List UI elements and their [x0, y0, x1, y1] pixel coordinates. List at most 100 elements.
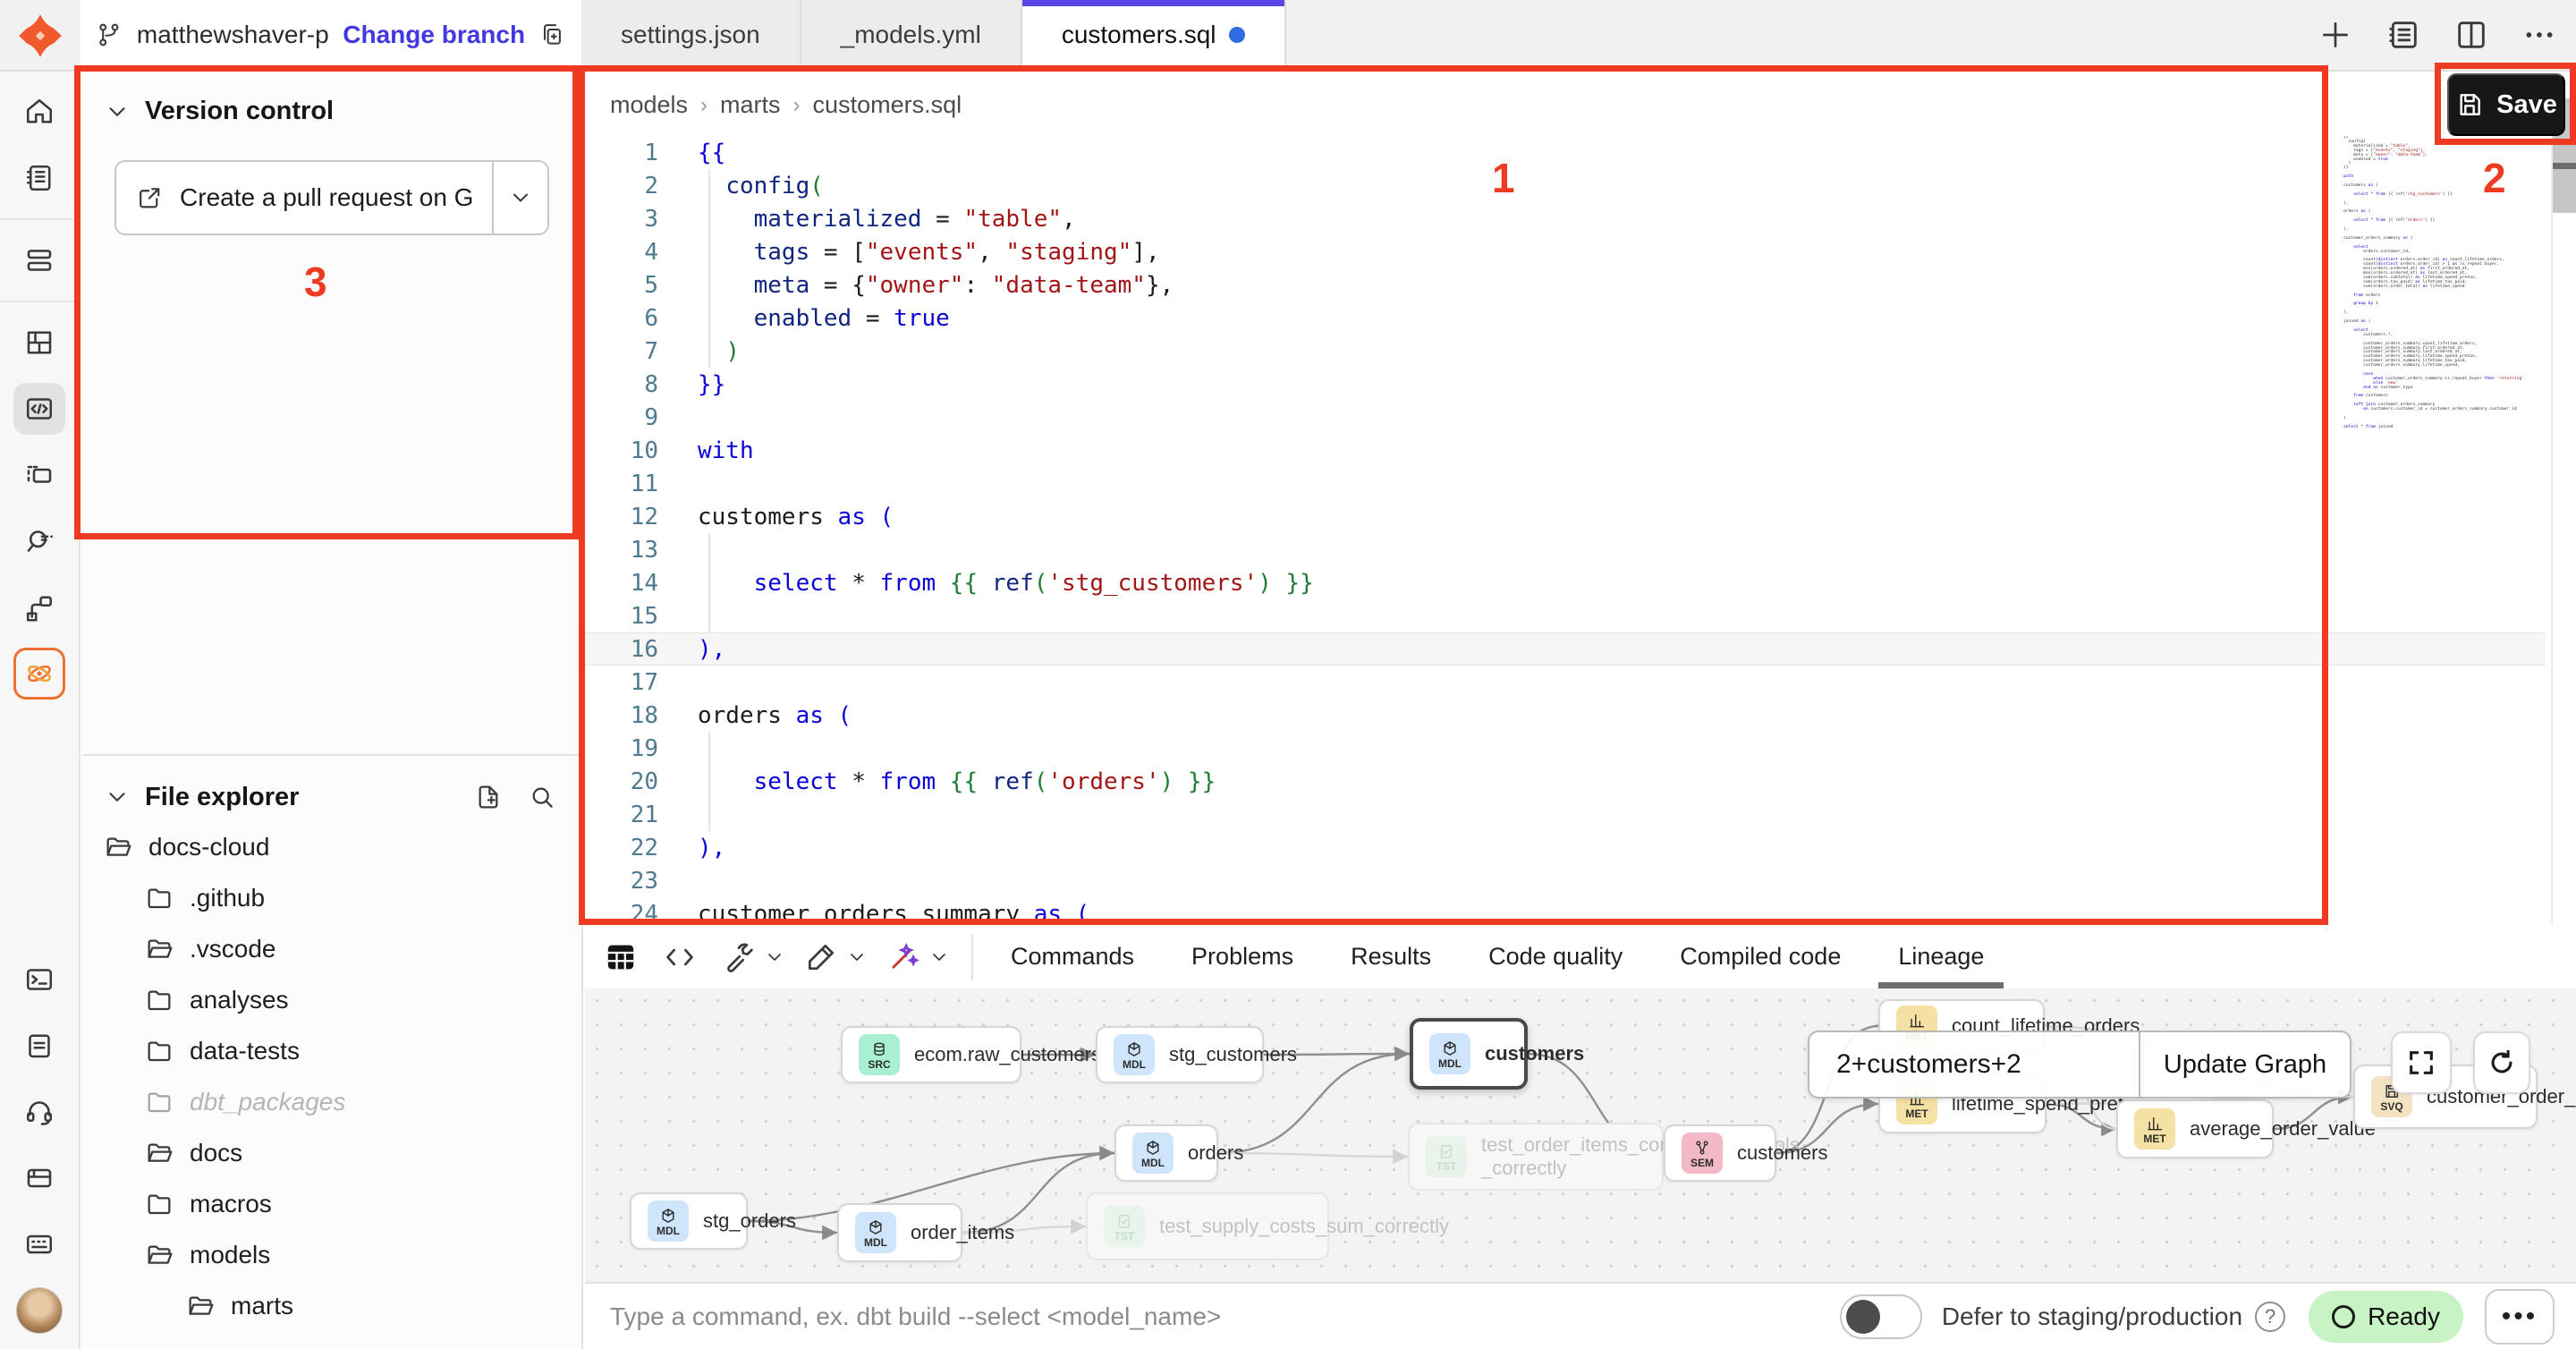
tree-item-macros[interactable]: macros: [82, 1178, 583, 1229]
branch-name[interactable]: matthewshaver-patc: [137, 21, 328, 49]
code-editor-icon[interactable]: [13, 383, 65, 435]
code-line-10[interactable]: 10with: [585, 434, 2546, 467]
lineage-graph[interactable]: 2+customers+2 Update Graph SRCecom.raw_c…: [585, 988, 2576, 1282]
fullscreen-button[interactable]: [2391, 1031, 2452, 1094]
tree-item-marts[interactable]: marts: [82, 1280, 583, 1331]
panel-tab-results[interactable]: Results: [1322, 925, 1460, 988]
tree-item-docs[interactable]: docs: [82, 1127, 583, 1178]
pr-button-caret[interactable]: [492, 162, 547, 233]
dbt-logo[interactable]: [0, 0, 80, 72]
new-file-icon[interactable]: [469, 777, 508, 817]
code-line-22[interactable]: 22),: [585, 831, 2546, 864]
user-avatar[interactable]: [13, 1285, 65, 1336]
tree-item-docs-cloud[interactable]: docs-cloud: [82, 821, 583, 872]
query-explorer-icon[interactable]: [13, 515, 65, 567]
code-line-11[interactable]: 11: [585, 467, 2546, 500]
new-tab-plus-icon[interactable]: [2315, 14, 2356, 55]
code-line-6[interactable]: 6 enabled = true: [585, 301, 2546, 335]
chevron-down-icon[interactable]: [764, 946, 785, 968]
code-line-17[interactable]: 17: [585, 666, 2546, 699]
tree-item-models[interactable]: models: [82, 1229, 583, 1280]
headset-support-icon[interactable]: [13, 1086, 65, 1138]
tab-customers.sql[interactable]: customers.sql: [1022, 0, 1286, 70]
code-icon[interactable]: [657, 934, 703, 980]
save-button[interactable]: Save: [2447, 73, 2565, 136]
code-line-4[interactable]: 4 tags = ["events", "staging"],: [585, 235, 2546, 268]
tab-_models.yml[interactable]: _models.yml: [801, 0, 1022, 70]
breadcrumb-item[interactable]: models: [610, 91, 688, 119]
panel-tab-lineage[interactable]: Lineage: [1869, 925, 2012, 988]
lineage-node-order_items[interactable]: MDLorder_items: [837, 1203, 962, 1262]
tab-settings.json[interactable]: settings.json: [581, 0, 801, 70]
code-editor[interactable]: models› marts› customers.sql 1{{2 config…: [585, 73, 2576, 925]
preview-table-icon[interactable]: [597, 934, 644, 980]
dbt-copilot-atom-icon[interactable]: [13, 648, 65, 700]
tree-item-dbt_packages[interactable]: dbt_packages: [82, 1076, 583, 1127]
more-options-button[interactable]: •••: [2485, 1289, 2555, 1345]
code-line-12[interactable]: 12customers as (: [585, 500, 2546, 533]
code-line-14[interactable]: 14 select * from {{ ref('stg_customers')…: [585, 566, 2546, 599]
update-graph-button[interactable]: Update Graph: [2139, 1032, 2350, 1097]
copy-icon[interactable]: [539, 20, 565, 50]
help-icon[interactable]: ?: [2255, 1302, 2285, 1332]
code-line-9[interactable]: 9: [585, 401, 2546, 434]
code-line-8[interactable]: 8}}: [585, 368, 2546, 401]
code-line-18[interactable]: 18orders as (: [585, 699, 2546, 732]
keyboard-card-icon[interactable]: [13, 1218, 65, 1270]
lineage-node-customers_sem[interactable]: SEMcustomers: [1664, 1124, 1776, 1182]
clipboard-icon[interactable]: [13, 1020, 65, 1072]
defer-toggle[interactable]: [1840, 1294, 1922, 1339]
lineage-node-avg_order[interactable]: METaverage_order_value: [2116, 1099, 2274, 1158]
lineage-node-test_supply[interactable]: TSTtest_supply_costs_sum_correctly: [1086, 1192, 1329, 1260]
flow-branch-icon[interactable]: [13, 581, 65, 633]
terminal-icon[interactable]: [13, 954, 65, 1005]
drawer-icon[interactable]: [13, 1152, 65, 1204]
change-branch-link[interactable]: Change branch: [343, 21, 525, 49]
panel-tab-commands[interactable]: Commands: [982, 925, 1163, 988]
notebook-icon[interactable]: [13, 152, 65, 204]
search-icon[interactable]: [522, 777, 562, 817]
file-explorer-header[interactable]: File explorer: [82, 756, 583, 824]
lineage-selector-input[interactable]: 2+customers+2: [1809, 1032, 2139, 1097]
editor-scrollbar[interactable]: [2551, 73, 2576, 925]
changelog-icon[interactable]: [2383, 14, 2424, 55]
tray-stack-icon[interactable]: [13, 234, 65, 286]
version-control-header[interactable]: Version control: [82, 72, 581, 135]
code-line-15[interactable]: 15: [585, 599, 2546, 632]
code-line-19[interactable]: 19: [585, 732, 2546, 765]
lineage-node-customers_mdl[interactable]: MDLcustomers: [1410, 1018, 1528, 1090]
more-options-icon[interactable]: [2519, 14, 2560, 55]
tree-item-.github[interactable]: .github: [82, 872, 583, 923]
panel-tab-problems[interactable]: Problems: [1163, 925, 1322, 988]
code-lines[interactable]: 1{{2 config(3 materialized = "table",4 t…: [585, 136, 2576, 925]
tree-item-.vscode[interactable]: .vscode: [82, 923, 583, 974]
create-pr-button[interactable]: Create a pull request on Gi...: [114, 160, 549, 235]
code-line-1[interactable]: 1{{: [585, 136, 2546, 169]
dashboard-grid-icon[interactable]: [13, 317, 65, 369]
home-icon[interactable]: [13, 86, 65, 138]
ai-assist-icon[interactable]: [880, 934, 927, 980]
minimap[interactable]: {{ config( materialized = "table", tags …: [2343, 136, 2547, 430]
command-input[interactable]: Type a command, ex. dbt build --select <…: [585, 1302, 1840, 1331]
code-line-20[interactable]: 20 select * from {{ ref('orders') }}: [585, 765, 2546, 798]
chevron-down-icon[interactable]: [928, 946, 950, 968]
lineage-node-raw_customers[interactable]: SRCecom.raw_customers: [841, 1026, 1021, 1083]
split-editor-icon[interactable]: [2451, 14, 2492, 55]
build-wrench-icon[interactable]: [716, 934, 762, 980]
panel-tab-compiled-code[interactable]: Compiled code: [1651, 925, 1869, 988]
lineage-node-orders[interactable]: MDLorders: [1114, 1124, 1218, 1182]
code-line-16[interactable]: 16),: [585, 632, 2546, 666]
lineage-node-stg_customers[interactable]: MDLstg_customers: [1096, 1026, 1264, 1083]
lineage-node-stg_orders[interactable]: MDLstg_orders: [630, 1192, 748, 1250]
code-line-2[interactable]: 2 config(: [585, 169, 2546, 202]
code-line-5[interactable]: 5 meta = {"owner": "data-team"},: [585, 268, 2546, 301]
breadcrumb-item[interactable]: customers.sql: [813, 91, 962, 119]
code-line-3[interactable]: 3 materialized = "table",: [585, 202, 2546, 235]
breadcrumb-item[interactable]: marts: [720, 91, 781, 119]
tree-item-data-tests[interactable]: data-tests: [82, 1025, 583, 1076]
lineage-node-test_order[interactable]: TSTtest_order_items_compute_to_bools _co…: [1408, 1123, 1664, 1191]
frame-select-icon[interactable]: [13, 449, 65, 501]
code-line-13[interactable]: 13: [585, 533, 2546, 566]
refresh-graph-button[interactable]: [2473, 1031, 2530, 1094]
format-code-icon[interactable]: [798, 934, 844, 980]
